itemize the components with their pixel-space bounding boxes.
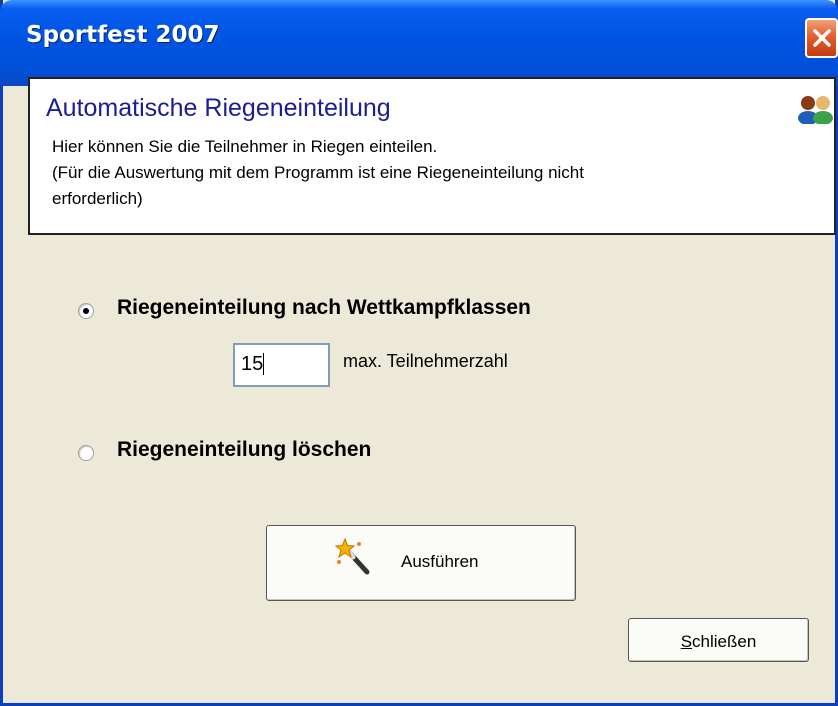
radio-by-class[interactable] bbox=[78, 303, 94, 319]
option-by-class-label[interactable]: Riegeneinteilung nach Wettkampfklassen bbox=[117, 296, 531, 320]
close-button[interactable]: Schließen bbox=[628, 618, 809, 662]
radio-delete[interactable] bbox=[78, 445, 94, 461]
window-title: Sportfest 2007 bbox=[26, 22, 220, 48]
close-button-label: Schließen bbox=[680, 632, 757, 651]
header-description-line: erforderlich) bbox=[52, 189, 143, 208]
max-participants-input[interactable]: 15 bbox=[233, 343, 330, 387]
close-x-icon bbox=[813, 29, 831, 47]
execute-button-label: Ausführen bbox=[401, 552, 479, 571]
max-participants-value: 15 bbox=[241, 353, 264, 375]
users-icon bbox=[798, 96, 833, 124]
header-description-line: Hier können Sie die Teilnehmer in Riegen… bbox=[52, 137, 438, 156]
max-participants-label: max. Teilnehmerzahl bbox=[343, 351, 508, 371]
dialog-window: Sportfest 2007 Automatische Riegeneintei… bbox=[0, 0, 838, 706]
info-header-panel: Automatische Riegeneinteilung Hier könne… bbox=[28, 77, 836, 235]
execute-button[interactable]: Ausführen bbox=[266, 525, 576, 601]
title-bar[interactable]: Sportfest 2007 bbox=[0, 0, 838, 86]
header-title: Automatische Riegeneinteilung bbox=[46, 94, 391, 122]
magic-wand-icon bbox=[335, 538, 370, 575]
close-window-button[interactable] bbox=[805, 18, 838, 58]
option-delete-label[interactable]: Riegeneinteilung löschen bbox=[117, 438, 371, 462]
radio-selected-dot bbox=[83, 308, 89, 314]
header-description-line: (Für die Auswertung mit dem Programm ist… bbox=[52, 163, 584, 182]
text-caret bbox=[263, 353, 265, 375]
